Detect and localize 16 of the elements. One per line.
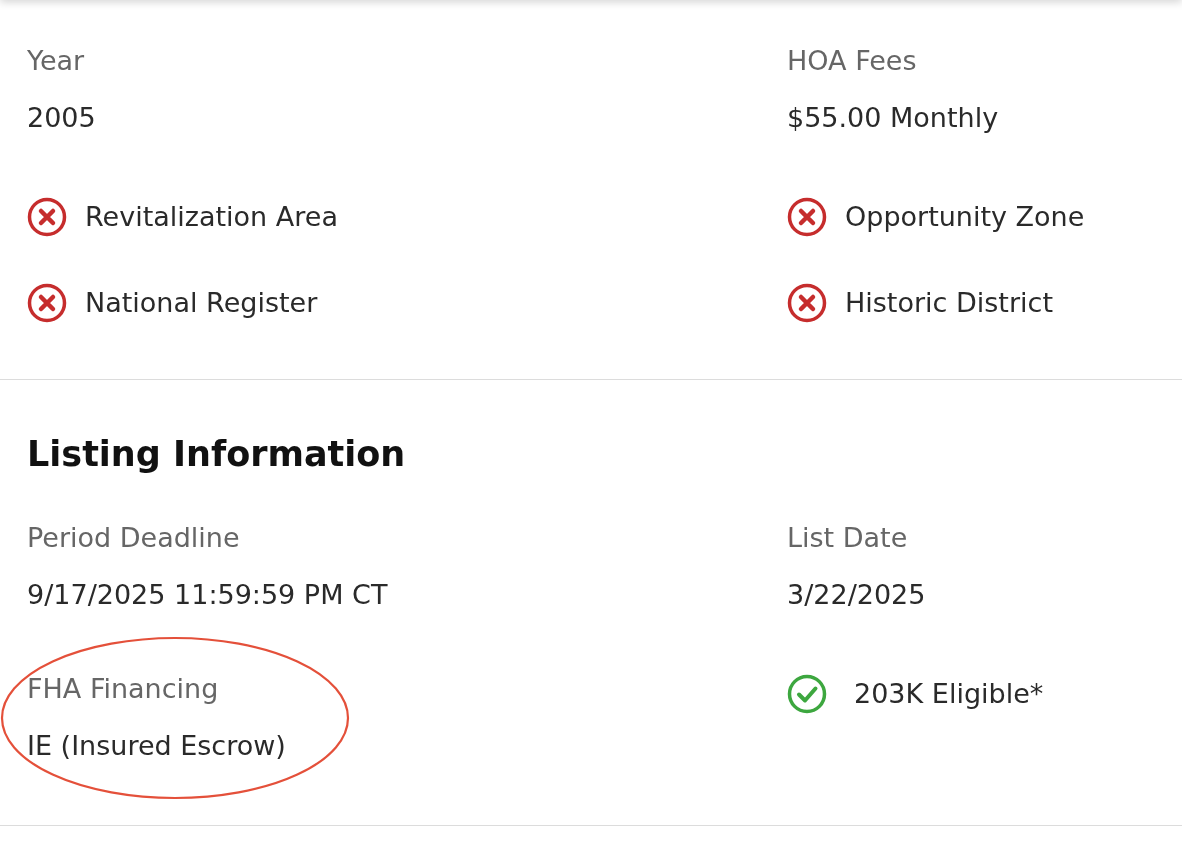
field-value: $55.00 Monthly [787,101,1000,135]
flag-label: Historic District [845,286,1053,320]
field-label: HOA Fees [787,44,918,78]
field-label: List Date [787,521,909,555]
field-value: 2005 [27,101,97,135]
field-value: IE (Insured Escrow) [27,729,287,763]
field-label: Period Deadline [27,521,241,555]
flag-label: National Register [85,286,318,320]
field-label: FHA Financing [27,672,220,706]
field-value: 3/22/2025 [787,578,927,612]
flag-label: 203K Eligible* [854,677,1044,711]
flag-label: Revitalization Area [85,200,338,234]
section-heading: Listing Information [27,433,407,476]
flag-label: Opportunity Zone [845,200,1085,234]
field-label: Year [27,44,86,78]
field-value: 9/17/2025 11:59:59 PM CT [27,578,389,612]
